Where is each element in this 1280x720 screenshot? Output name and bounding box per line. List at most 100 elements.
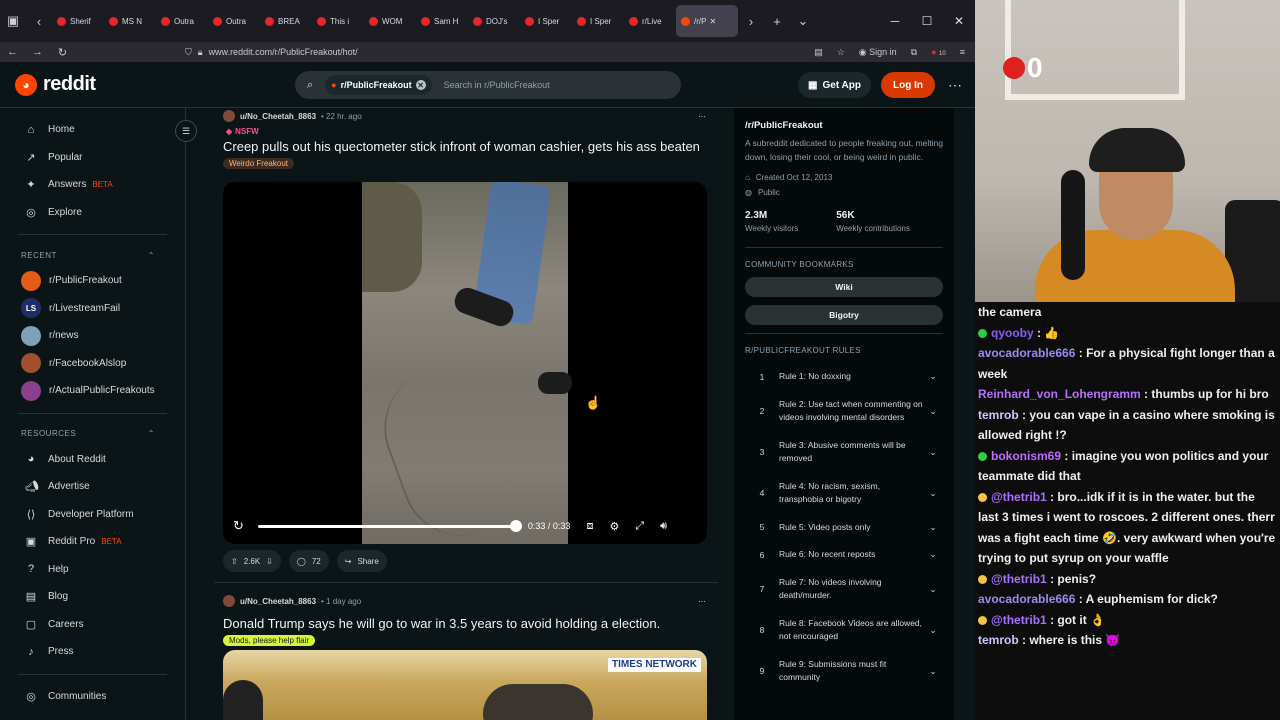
reload-icon[interactable]: ↻ <box>50 46 75 59</box>
browser-tab[interactable]: I Sper <box>572 5 624 37</box>
post-thumbnail[interactable]: TIMES NETWORK <box>223 650 707 720</box>
close-icon[interactable]: ✕ <box>943 14 975 28</box>
progress-knob[interactable] <box>509 519 522 532</box>
new-tab-icon[interactable]: + <box>764 0 790 42</box>
captions-icon[interactable]: ⧈ <box>586 520 593 533</box>
sidebar-item-advertise[interactable]: 📣︎ Advertise <box>0 473 185 501</box>
browser-tab[interactable]: This i <box>312 5 364 37</box>
maximize-icon[interactable]: ☐ <box>911 14 943 28</box>
sidebar-item-about-reddit[interactable]: ◕ About Reddit <box>0 446 185 474</box>
settings-icon[interactable]: ⚙ <box>609 520 619 533</box>
fullscreen-icon[interactable]: ⤢ <box>635 520 644 533</box>
recent-community[interactable]: r/FacebookAlslop <box>0 350 185 378</box>
tab-manager-icon[interactable]: ▣ <box>0 0 26 42</box>
sidebar-item-popular[interactable]: ↗ Popular <box>0 144 185 172</box>
browser-tab[interactable]: WOM <box>364 5 416 37</box>
chevron-down-icon[interactable]: ⌄ <box>923 447 943 458</box>
resources-section-header[interactable]: RESOURCES ⌃ <box>0 422 185 446</box>
recent-community[interactable]: LS r/LivestreamFail <box>0 295 185 323</box>
post-flair[interactable]: Mods, please help flair <box>223 635 316 646</box>
rule-item[interactable]: 8 Rule 8: Facebook Videos are allowed, no… <box>745 610 943 651</box>
login-button[interactable]: Log In <box>881 72 935 98</box>
video-player[interactable]: ☝ ↻ 0:33 / 0:33 ⧈ ⚙ ⤢ 🔊︎ <box>223 182 707 544</box>
post-author[interactable]: u/No_Cheetah_8863 <box>240 112 316 121</box>
post-title[interactable]: Creep pulls out his quectometer stick in… <box>214 138 718 155</box>
post-title[interactable]: Donald Trump says he will go to war in 3… <box>214 615 718 632</box>
rule-item[interactable]: 6 Rule 6: No recent reposts ⌄ <box>745 541 943 569</box>
browser-tab[interactable]: I Sper <box>520 5 572 37</box>
chevron-down-icon[interactable]: ⌄ <box>923 584 943 595</box>
downvote-icon[interactable]: ⇩ <box>266 557 273 566</box>
avatar[interactable] <box>223 595 235 607</box>
chat-username[interactable]: @thetrib1 <box>991 490 1047 504</box>
post-more-icon[interactable]: ⋯ <box>698 597 706 606</box>
chat-username[interactable]: @thetrib1 <box>991 613 1047 627</box>
chat-username[interactable]: avocadorable666 <box>978 592 1075 606</box>
search-scope-chip[interactable]: ● r/PublicFreakout ✕ <box>325 75 432 95</box>
rule-item[interactable]: 9 Rule 9: Submissions must fit community ⌄ <box>745 651 943 692</box>
tab-close-icon[interactable]: ✕ <box>709 17 716 26</box>
chevron-down-icon[interactable]: ⌄ <box>923 488 943 499</box>
sidebar-item-help[interactable]: ? Help <box>0 556 185 584</box>
bookmark-button[interactable]: Wiki <box>745 277 943 297</box>
sidebar-item-communities[interactable]: ◎ Communities <box>0 683 185 711</box>
sidebar-item-press[interactable]: ♪ Press <box>0 638 185 666</box>
sidebar-item-developer-platform[interactable]: ⟨⟩ Developer Platform <box>0 501 185 529</box>
search-input[interactable]: Search in r/PublicFreakout <box>444 80 550 90</box>
chevron-down-icon[interactable]: ⌄ <box>923 522 943 533</box>
get-app-button[interactable]: ▦ Get App <box>798 72 871 98</box>
chat-username[interactable]: temrob <box>978 408 1019 422</box>
search-bar[interactable]: ⌕ ● r/PublicFreakout ✕ Search in r/Publi… <box>295 71 681 99</box>
video-progress-bar[interactable] <box>257 519 522 532</box>
rule-item[interactable]: 2 Rule 2: Use tact when commenting on vid… <box>745 391 943 432</box>
sidebar-item-careers[interactable]: ▢ Careers <box>0 611 185 639</box>
address-field[interactable]: ⛉ 🔒︎ www.reddit.com/r/PublicFreakout/hot… <box>185 47 745 58</box>
chevron-down-icon[interactable]: ⌄ <box>923 406 943 417</box>
sidebar-item-home[interactable]: ⌂ Home <box>0 116 185 144</box>
extensions-icon[interactable]: ⧉ <box>911 47 917 58</box>
chat-username[interactable]: avocadorable666 <box>978 346 1075 360</box>
extension-badge-icon[interactable]: ● 10 <box>931 47 946 57</box>
account-sign-in[interactable]: ◉ Sign in <box>859 47 897 58</box>
sidebar-item-explore[interactable]: ◎ Explore <box>0 199 185 227</box>
reddit-logo[interactable]: ◕ reddit <box>15 73 96 96</box>
post-more-icon[interactable]: ⋯ <box>698 112 706 121</box>
recent-community[interactable]: r/ActualPublicFreakouts <box>0 377 185 405</box>
bookmark-star-icon[interactable]: ☆ <box>837 47 845 58</box>
comments-button[interactable]: ◯ 72 <box>288 550 329 572</box>
rule-item[interactable]: 7 Rule 7: No videos involving death/murde… <box>745 569 943 610</box>
bookmark-button[interactable]: Bigotry <box>745 305 943 325</box>
browser-tab[interactable]: r/Live <box>624 5 676 37</box>
volume-icon[interactable]: 🔊︎ <box>660 520 667 533</box>
chevron-down-icon[interactable]: ⌄ <box>923 625 943 636</box>
tab-list-dropdown-icon[interactable]: ⌄ <box>790 0 816 42</box>
chat-username[interactable]: bokonism69 <box>991 449 1061 463</box>
forward-icon[interactable]: → <box>25 46 50 58</box>
app-menu-icon[interactable]: ≡ <box>960 47 965 57</box>
remove-scope-icon[interactable]: ✕ <box>415 80 426 90</box>
browser-tab[interactable]: /r/P ✕ <box>676 5 738 37</box>
rule-item[interactable]: 1 Rule 1: No doxxing ⌄ <box>745 363 943 391</box>
rule-item[interactable]: 3 Rule 3: Abusive comments will be remove… <box>745 432 943 473</box>
chevron-down-icon[interactable]: ⌄ <box>923 666 943 677</box>
tab-scroll-left-icon[interactable]: ‹ <box>26 0 52 42</box>
chat-username[interactable]: temrob <box>978 633 1019 647</box>
tab-scroll-right-icon[interactable]: › <box>738 0 764 42</box>
browser-tab[interactable]: MS N <box>104 5 156 37</box>
chat-username[interactable]: Reinhard_von_Lohengramm <box>978 387 1141 401</box>
recent-community[interactable]: r/PublicFreakout <box>0 267 185 295</box>
replay-icon[interactable]: ↻ <box>233 518 244 534</box>
rule-item[interactable]: 4 Rule 4: No racism, sexism, transphobia … <box>745 473 943 514</box>
sidebar-item-reddit-pro[interactable]: ▣ Reddit Pro BETA <box>0 528 185 556</box>
recent-community[interactable]: r/news <box>0 322 185 350</box>
browser-tab[interactable]: Sam H <box>416 5 468 37</box>
sidebar-item-blog[interactable]: ▤ Blog <box>0 583 185 611</box>
browser-tab[interactable]: BREA <box>260 5 312 37</box>
rule-item[interactable]: 5 Rule 5: Video posts only ⌄ <box>745 514 943 542</box>
minimize-icon[interactable]: ─ <box>879 14 911 28</box>
chevron-down-icon[interactable]: ⌄ <box>923 549 943 560</box>
reader-mode-icon[interactable]: ▤ <box>814 47 823 58</box>
sidebar-item-answers[interactable]: ✦ Answers BETA <box>0 171 185 199</box>
chat-username[interactable]: qyooby <box>991 326 1034 340</box>
back-icon[interactable]: ← <box>0 46 25 58</box>
